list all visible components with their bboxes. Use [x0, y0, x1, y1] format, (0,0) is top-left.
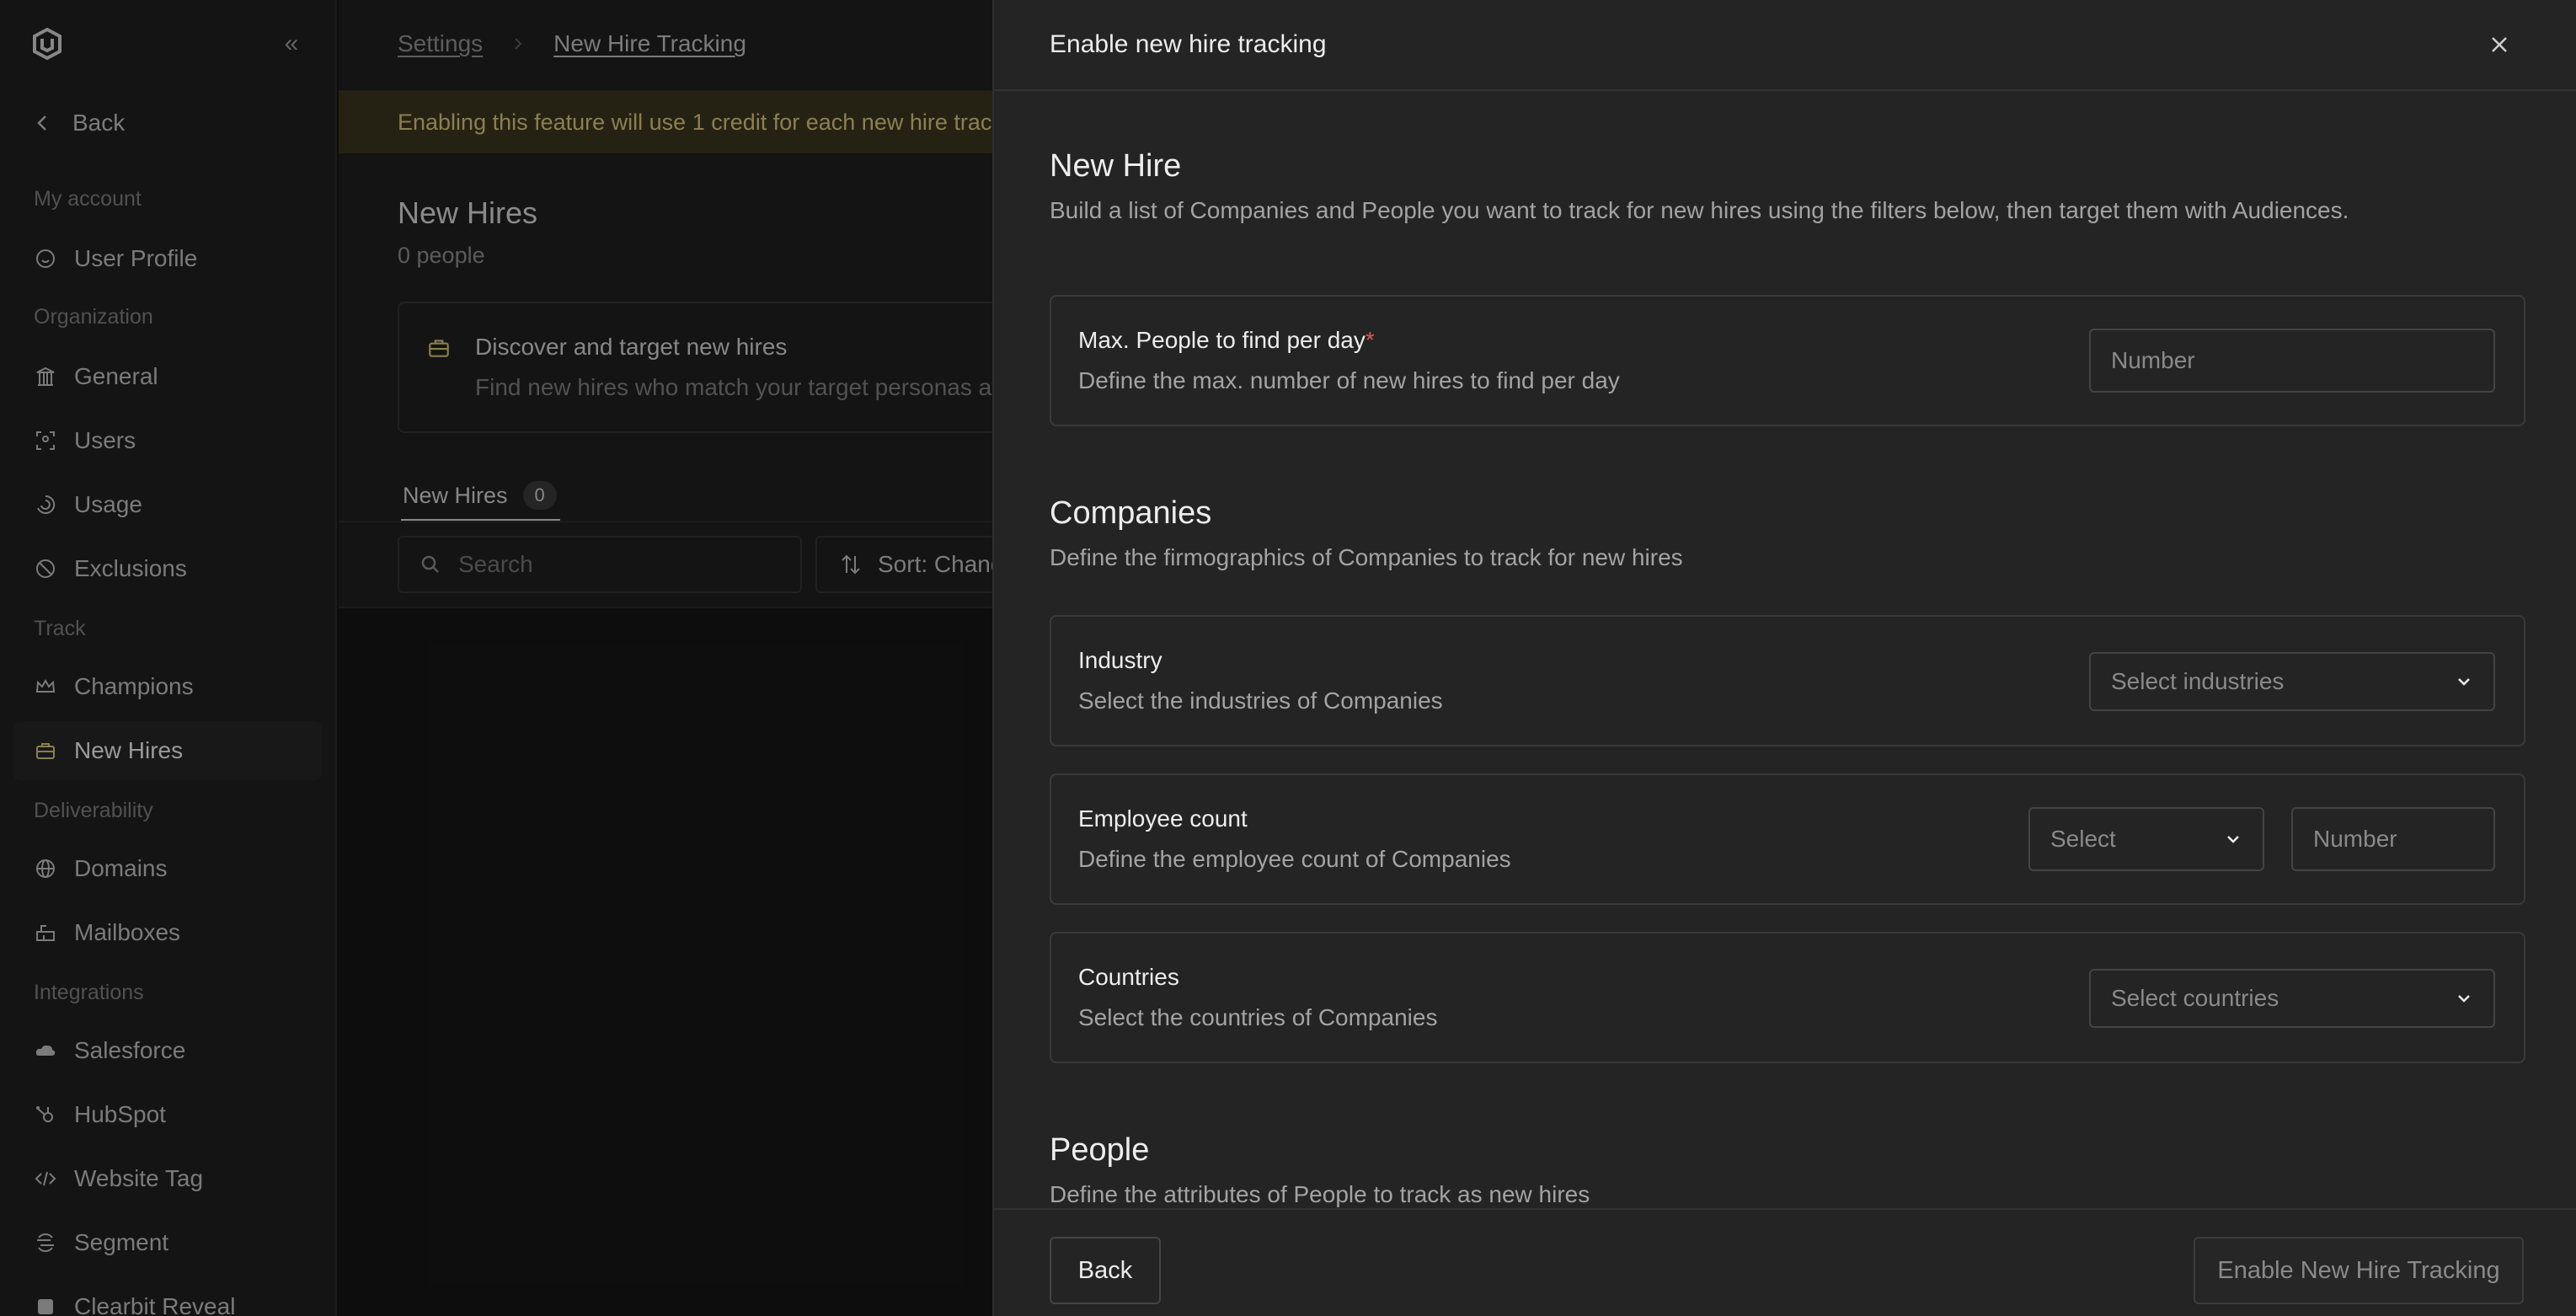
enable-tracking-drawer: Enable new hire tracking New Hire Build … — [992, 0, 2576, 1316]
section-title-companies: Companies — [1050, 495, 1212, 531]
employee-operator-select[interactable]: Select — [2028, 807, 2264, 871]
employee-count-input[interactable]: Number — [2291, 807, 2495, 871]
industry-select[interactable]: Select industries — [2089, 652, 2495, 711]
section-desc-people: Define the attributes of People to track… — [1050, 1181, 1590, 1207]
select-placeholder: Select — [2050, 826, 2116, 852]
countries-select[interactable]: Select countries — [2089, 969, 2495, 1028]
field-max-people: Max. People to find per day* Define the … — [1050, 295, 2525, 426]
required-mark: * — [1365, 327, 1375, 353]
close-icon[interactable] — [2485, 30, 2514, 59]
field-label: Countries — [1078, 964, 1179, 990]
field-help: Define the max. number of new hires to f… — [1078, 367, 1620, 393]
section-desc-new-hire: Build a list of Companies and People you… — [1050, 197, 2349, 223]
field-countries: Countries Select the countries of Compan… — [1050, 932, 2525, 1063]
select-placeholder: Select industries — [2111, 668, 2285, 694]
input-placeholder: Number — [2111, 347, 2195, 373]
section-desc-companies: Define the firmographics of Companies to… — [1050, 544, 1683, 570]
section-title-new-hire: New Hire — [1050, 148, 1182, 184]
drawer-footer: Back Enable New Hire Tracking — [994, 1208, 2576, 1316]
back-button[interactable]: Back — [1050, 1237, 1161, 1304]
field-help: Select the industries of Companies — [1078, 687, 1443, 714]
section-title-people: People — [1050, 1132, 1150, 1168]
drawer-body[interactable]: New Hire Build a list of Companies and P… — [994, 93, 2576, 1208]
field-employee-count: Employee count Define the employee count… — [1050, 773, 2525, 905]
field-label: Industry — [1078, 647, 1162, 673]
select-placeholder: Select countries — [2111, 985, 2279, 1011]
max-people-input[interactable]: Number — [2089, 329, 2495, 393]
chevron-down-icon — [2227, 836, 2239, 843]
drawer-header: Enable new hire tracking — [994, 0, 2576, 91]
field-label: Max. People to find per day* — [1078, 327, 1375, 353]
chevron-down-icon — [2458, 678, 2470, 686]
field-help: Select the countries of Companies — [1078, 1004, 1438, 1030]
drawer-title: Enable new hire tracking — [1050, 30, 1327, 58]
enable-tracking-button[interactable]: Enable New Hire Tracking — [2194, 1237, 2524, 1304]
input-placeholder: Number — [2313, 826, 2397, 852]
field-label: Employee count — [1078, 805, 1248, 832]
field-industry: Industry Select the industries of Compan… — [1050, 615, 2525, 746]
field-help: Define the employee count of Companies — [1078, 846, 1511, 872]
chevron-down-icon — [2458, 995, 2470, 1003]
